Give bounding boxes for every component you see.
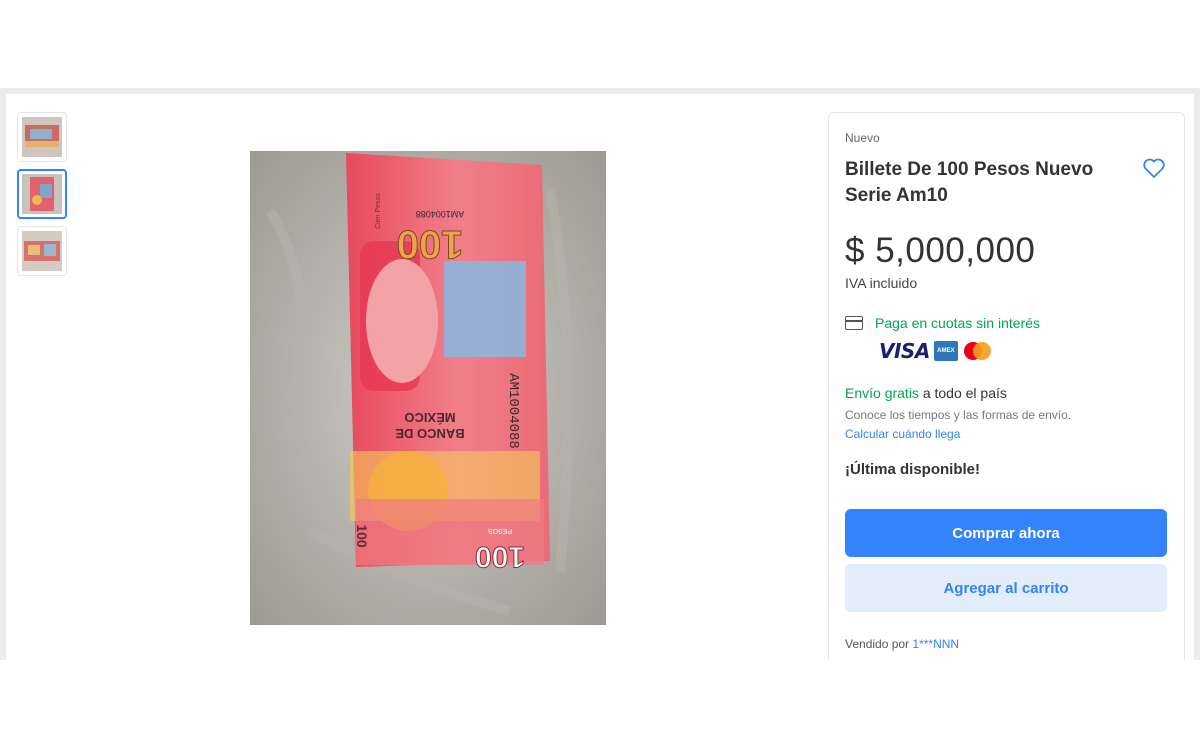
- denomination-bottom-text: 100: [475, 540, 525, 573]
- denomination-side-text: 100: [354, 524, 370, 548]
- thumbnail-2[interactable]: [17, 169, 67, 219]
- thumbnail-image: [22, 174, 62, 214]
- purchase-panel: Nuevo Billete De 100 Pesos Nuevo Serie A…: [828, 112, 1185, 660]
- thumbnail-gallery: [17, 112, 69, 283]
- thumbnail-image: [22, 231, 62, 271]
- product-price: $ 5,000,000: [845, 231, 1036, 270]
- shipping-info: Envío gratis a todo el país: [845, 385, 1007, 401]
- thumbnail-3[interactable]: [17, 226, 67, 276]
- installments-row[interactable]: Paga en cuotas sin interés: [845, 315, 1040, 331]
- calculate-delivery-link[interactable]: Calcular cuándo llega: [845, 427, 960, 441]
- favorite-heart-icon[interactable]: [1142, 157, 1166, 179]
- seller-link[interactable]: 1***NNN: [912, 637, 959, 651]
- visa-logo: VISA: [879, 339, 930, 363]
- cien-pesos-text: Cien Pesos: [375, 193, 382, 229]
- payment-brands: VISA AMEX: [879, 339, 992, 363]
- stock-status: ¡Última disponible!: [845, 461, 980, 478]
- free-shipping-label: Envío gratis: [845, 385, 919, 401]
- serial-side-text: AM1004088: [505, 373, 521, 449]
- bank-line2-text: MÉXICO: [404, 410, 455, 425]
- pesos-text: PESOS: [488, 527, 512, 534]
- banknote-photo: AM1004088 100 BANCO DE MÉXICO AM1004088 …: [250, 151, 606, 625]
- thumbnail-image: [22, 117, 62, 157]
- tax-note: IVA incluido: [845, 275, 918, 291]
- product-title: Billete De 100 Pesos Nuevo Serie Am10: [845, 159, 1094, 206]
- page-frame: AM1004088 100 BANCO DE MÉXICO AM1004088 …: [0, 88, 1200, 660]
- seller-prefix: Vendido por: [845, 637, 913, 651]
- add-to-cart-button[interactable]: Agregar al carrito: [845, 564, 1167, 612]
- condition-label: Nuevo: [845, 131, 880, 145]
- buy-now-button[interactable]: Comprar ahora: [845, 509, 1167, 557]
- main-product-photo[interactable]: AM1004088 100 BANCO DE MÉXICO AM1004088 …: [250, 151, 606, 625]
- mastercard-logo: [962, 341, 992, 361]
- seller-info: Vendido por 1***NNN: [845, 637, 959, 651]
- product-card: AM1004088 100 BANCO DE MÉXICO AM1004088 …: [6, 94, 1194, 660]
- serial-top-text: AM1004088: [416, 209, 465, 219]
- thumbnail-1[interactable]: [17, 112, 67, 162]
- shipping-scope: a todo el país: [918, 385, 1007, 401]
- denomination-top-text: 100: [397, 222, 464, 266]
- installments-link[interactable]: Paga en cuotas sin interés: [875, 315, 1040, 331]
- bank-line1-text: BANCO DE: [395, 426, 465, 441]
- amex-logo: AMEX: [933, 341, 958, 361]
- shipping-note: Conoce los tiempos y las formas de envío…: [845, 408, 1072, 422]
- credit-card-icon: [845, 316, 863, 330]
